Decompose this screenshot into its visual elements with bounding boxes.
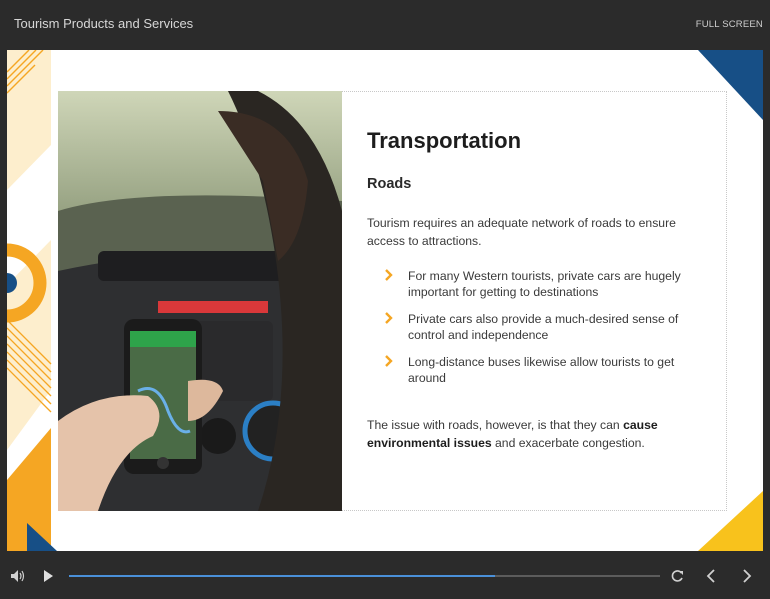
bullet-list: For many Western tourists, private cars … bbox=[367, 268, 712, 397]
player-controls bbox=[0, 551, 770, 599]
left-decoration bbox=[7, 50, 52, 551]
fullscreen-button[interactable]: FULL SCREEN bbox=[696, 19, 763, 30]
bullet-item: Long-distance buses likewise allow touri… bbox=[367, 354, 712, 386]
chevron-right-icon bbox=[385, 355, 393, 367]
closing-paragraph: The issue with roads, however, is that t… bbox=[367, 416, 712, 452]
replay-icon[interactable] bbox=[671, 569, 684, 583]
slide-title: Transportation bbox=[367, 128, 522, 153]
top-right-decoration bbox=[698, 50, 763, 120]
bottom-left-decoration bbox=[27, 523, 57, 551]
bullet-item: For many Western tourists, private cars … bbox=[367, 268, 712, 300]
bullet-text: Private cars also provide a much-desired… bbox=[408, 312, 679, 342]
progress-bar[interactable] bbox=[69, 575, 660, 577]
next-icon[interactable] bbox=[742, 569, 752, 583]
closing-text: The issue with roads, however, is that t… bbox=[367, 418, 624, 432]
play-icon[interactable] bbox=[43, 570, 54, 582]
bullet-item: Private cars also provide a much-desired… bbox=[367, 311, 712, 343]
player-header: Tourism Products and Services FULL SCREE… bbox=[0, 0, 770, 50]
progress-fill bbox=[69, 575, 495, 577]
bullet-text: Long-distance buses likewise allow touri… bbox=[408, 355, 675, 385]
slide-subtitle: Roads bbox=[367, 176, 412, 192]
content-card: Transportation Roads Tourism requires an… bbox=[342, 91, 727, 511]
chevron-right-icon bbox=[385, 312, 393, 324]
closing-text-end: and exacerbate congestion. bbox=[491, 436, 645, 450]
slide-stage: Transportation Roads Tourism requires an… bbox=[7, 50, 763, 551]
bottom-right-decoration bbox=[698, 491, 763, 551]
chevron-right-icon bbox=[385, 269, 393, 281]
slide-photo bbox=[58, 91, 342, 511]
volume-icon[interactable] bbox=[10, 569, 25, 583]
bullet-text: For many Western tourists, private cars … bbox=[408, 269, 681, 299]
course-title: Tourism Products and Services bbox=[14, 16, 194, 31]
intro-paragraph: Tourism requires an adequate network of … bbox=[367, 216, 676, 248]
previous-icon[interactable] bbox=[706, 569, 716, 583]
